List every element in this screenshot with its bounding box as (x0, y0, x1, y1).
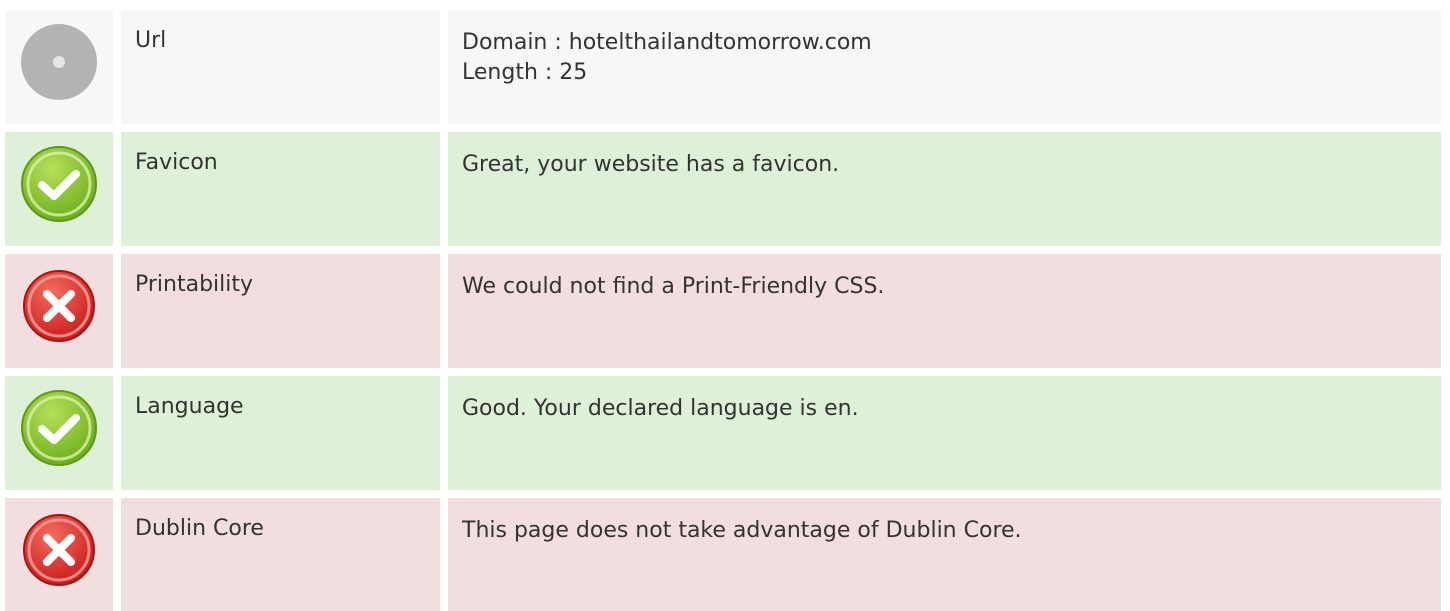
check-row-favicon: Favicon Great, your website has a favico… (5, 132, 1441, 246)
check-result: Domain : hotelthailandtomorrow.com Lengt… (448, 10, 1441, 124)
check-row-dublin-core: Dublin Core This page does not take adva… (5, 498, 1441, 611)
check-label: Dublin Core (121, 498, 440, 611)
check-result: This page does not take advantage of Dub… (448, 498, 1441, 611)
length-text: Length : 25 (462, 60, 588, 85)
status-cell (5, 132, 113, 246)
cross-icon (23, 514, 95, 586)
check-label: Favicon (121, 132, 440, 246)
check-result: We could not find a Print-Friendly CSS. (448, 254, 1441, 368)
check-row-printability: Printability We could not find a Print-F… (5, 254, 1441, 368)
status-cell (5, 376, 113, 490)
status-cell (5, 254, 113, 368)
check-result: Good. Your declared language is en. (448, 376, 1441, 490)
check-result: Great, your website has a favicon. (448, 132, 1441, 246)
check-icon (21, 146, 97, 222)
check-row-url: Url Domain : hotelthailandtomorrow.com L… (5, 10, 1441, 124)
status-cell (5, 498, 113, 611)
check-label: Printability (121, 254, 440, 368)
cross-icon (23, 270, 95, 342)
seo-check-table: Url Domain : hotelthailandtomorrow.com L… (5, 10, 1441, 611)
check-label: Url (121, 10, 440, 124)
check-label: Language (121, 376, 440, 490)
check-row-language: Language Good. Your declared language is… (5, 376, 1441, 490)
status-cell (5, 10, 113, 124)
neutral-disc-icon (21, 24, 97, 100)
domain-text: Domain : hotelthailandtomorrow.com (462, 30, 872, 55)
check-icon (21, 390, 97, 466)
